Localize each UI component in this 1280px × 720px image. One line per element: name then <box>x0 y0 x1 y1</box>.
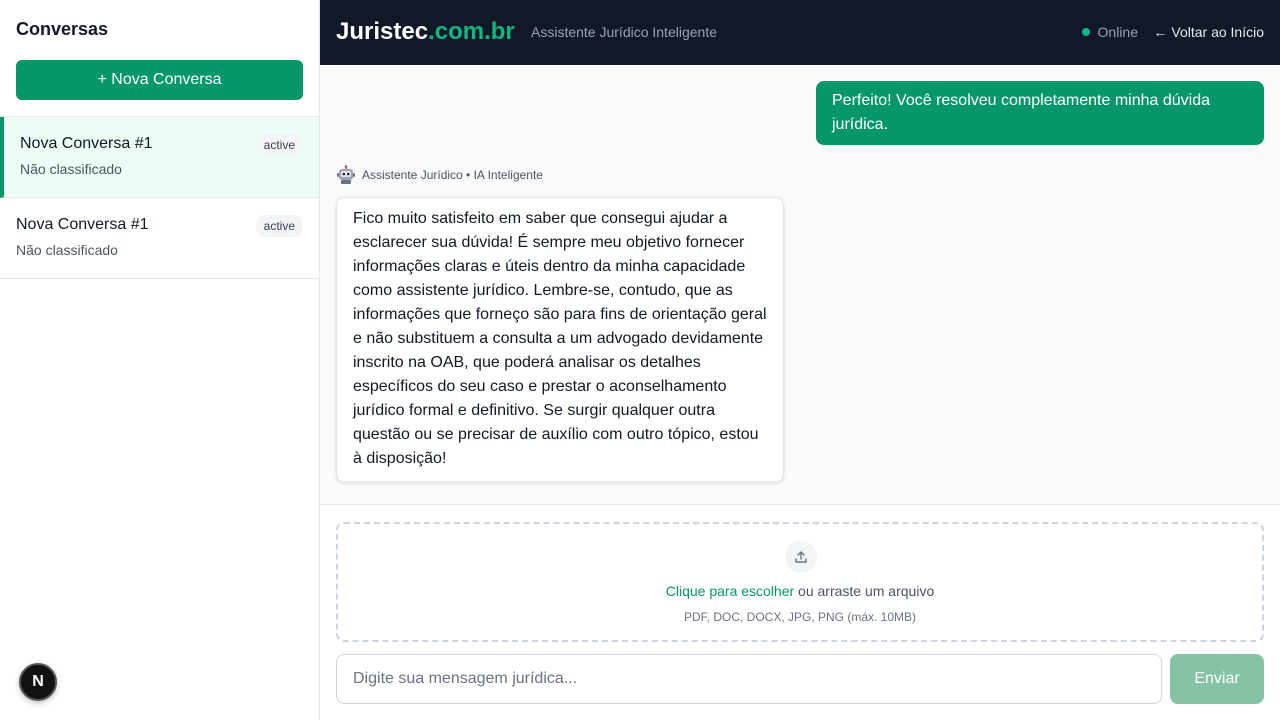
brand-name: Juristec <box>336 18 429 45</box>
next-logo-icon[interactable]: N <box>19 663 57 701</box>
online-status: Online <box>1081 24 1138 40</box>
chat-messages: Perfeito! Você resolveu completamente mi… <box>320 65 1280 505</box>
upload-instructions: Clique para escolher ou arraste um arqui… <box>338 583 1262 599</box>
file-upload-dropzone[interactable]: Clique para escolher ou arraste um arqui… <box>336 522 1264 642</box>
conversation-category: Não classificado <box>16 242 118 258</box>
conversation-list: Nova Conversa #1 Não classificado active… <box>0 116 319 279</box>
robot-icon <box>337 165 355 184</box>
brand-logo: Juristec.com.br <box>336 18 515 46</box>
upload-file-types: PDF, DOC, DOCX, JPG, PNG (máx. 10MB) <box>683 610 917 624</box>
sidebar-title: Conversas <box>16 19 109 39</box>
arrow-left-icon: ← <box>1153 24 1168 40</box>
drag-text: ou arraste um arquivo <box>794 583 935 599</box>
tagline: Assistente Jurídico Inteligente <box>531 24 717 40</box>
status-badge: active <box>255 215 303 237</box>
back-home-link[interactable]: ← Voltar ao Início <box>1153 24 1264 40</box>
top-header: Juristec.com.br Assistente Jurídico Inte… <box>320 0 1280 65</box>
status-badge: active <box>255 134 303 156</box>
brand-domain: .com.br <box>428 18 515 45</box>
conversation-item[interactable]: Nova Conversa #1 Não classificado active <box>0 117 319 198</box>
user-message: Perfeito! Você resolveu completamente mi… <box>816 81 1264 145</box>
status-dot <box>1081 28 1090 36</box>
sidebar: Conversas + Nova Conversa Nova Conversa … <box>0 0 320 720</box>
assistant-header: Assistente Jurídico • IA Inteligente <box>336 165 543 185</box>
assistant-label: Assistente Jurídico • IA Inteligente <box>362 168 543 182</box>
assistant-message: Fico muito satisfeito em saber que conse… <box>336 197 784 482</box>
upload-icon <box>785 541 817 573</box>
send-button[interactable]: Enviar <box>1170 654 1264 704</box>
status-label: Online <box>1097 24 1138 40</box>
choose-file-link[interactable]: Clique para escolher <box>666 583 794 599</box>
conversation-category: Não classificado <box>20 161 122 177</box>
new-conversation-button[interactable]: + Nova Conversa <box>16 60 303 100</box>
back-home-label: Voltar ao Início <box>1171 24 1264 40</box>
conversation-item[interactable]: Nova Conversa #1 Não classificado active <box>0 198 319 279</box>
message-input[interactable] <box>336 654 1162 704</box>
